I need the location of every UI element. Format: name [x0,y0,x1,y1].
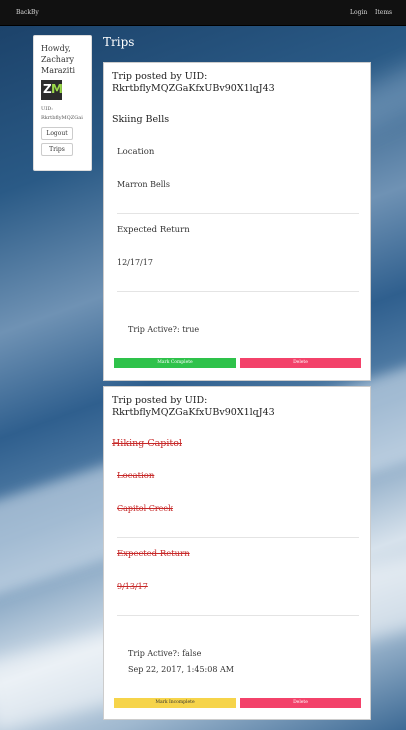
trip-card: Trip posted by UID: RkrtbflyMQZGaKfxUBv9… [103,386,371,720]
trip-card: Trip posted by UID: RkrtbflyMQZGaKfxUBv9… [103,62,371,381]
return-label: Expected Return [117,225,190,235]
trip-active-status: Trip Active?: true [128,325,200,334]
page-title: Trips [103,35,135,49]
mark-incomplete-button[interactable]: Mark Incomplete [114,698,236,708]
trip-name: Hiking Capitol [112,438,182,449]
divider [117,615,359,616]
divider [117,213,359,214]
delete-button[interactable]: Delete [240,698,361,708]
return-label: Expected Return [117,549,190,559]
greeting-text: Howdy, Zachary Maraziti [41,44,76,75]
trips-button[interactable]: Trips [41,143,73,156]
divider [117,291,359,292]
trip-active-status: Trip Active?: false [128,649,202,658]
trip-header: Trip posted by UID: RkrtbflyMQZGaKfxUBv9… [112,71,275,94]
user-sidebar: Howdy, Zachary Maraziti Z M UID: Rkrtbfl… [33,35,92,171]
divider [117,537,359,538]
trip-name: Skiing Bells [112,114,170,125]
location-value: Marron Bells [117,180,170,189]
return-value: 9/13/17 [117,582,148,591]
uid-value: RkrtbflyMQZGai [41,115,83,121]
avatar: Z M [41,80,62,100]
nav-login-link[interactable]: Login [350,9,367,16]
brand-link[interactable]: BackBy [16,9,39,16]
location-label: Location [117,147,155,157]
logout-button[interactable]: Logout [41,127,73,140]
mark-complete-button[interactable]: Mark Complete [114,358,236,368]
location-value: Capitol Creek [117,504,173,513]
trip-header: Trip posted by UID: RkrtbflyMQZGaKfxUBv9… [112,395,275,418]
avatar-letter-m: M [51,82,62,96]
navbar: BackBy Login Items [0,0,406,26]
return-value: 12/17/17 [117,258,153,267]
location-label: Location [117,471,155,481]
trip-timestamp: Sep 22, 2017, 1:45:08 AM [128,665,234,674]
uid-label: UID: [41,106,53,112]
delete-button[interactable]: Delete [240,358,361,368]
nav-items-link[interactable]: Items [375,9,392,16]
